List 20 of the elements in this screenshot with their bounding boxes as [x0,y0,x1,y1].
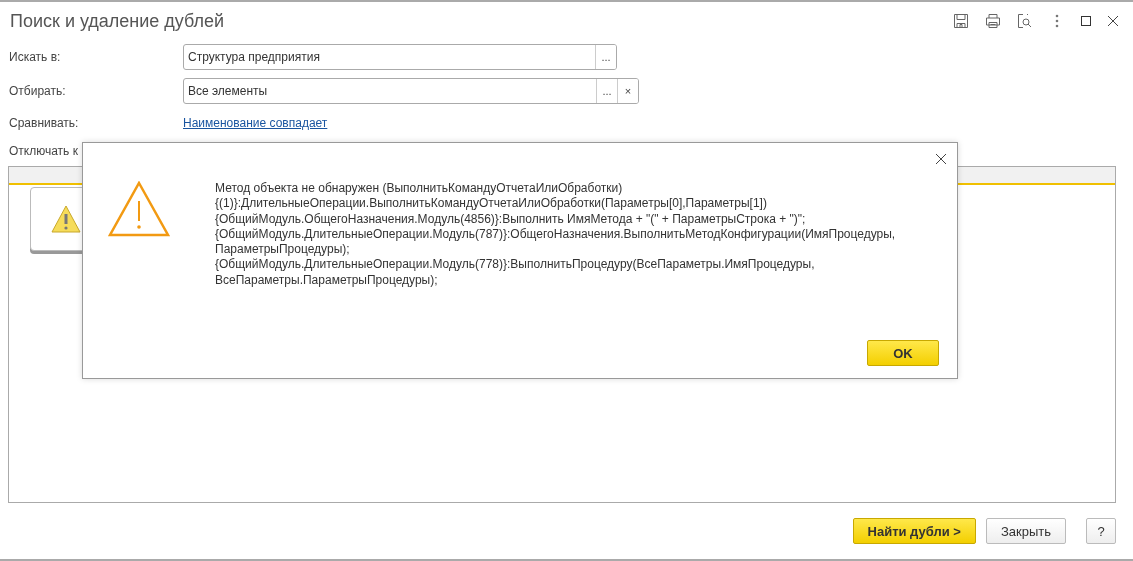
ok-button[interactable]: OK [867,340,939,366]
print-icon[interactable] [985,13,1001,29]
warning-icon [51,205,81,233]
compare-link[interactable]: Наименование совпадает [183,116,328,130]
field-label: Отбирать: [9,84,67,98]
action-button[interactable]: Закрыть [985,518,1066,544]
action-button[interactable]: ? [1086,518,1116,544]
error-message: Метод объекта не обнаружен (ВыполнитьКомандуОтчетаИлиОбработки) {(1)}:ДлительныеОперации.ВыполнитьКомандуОтчетаИлиОбработки(Параметры[0],Параметры[1]) {ОбщийМодуль.ОбщегоНазначения.Модуль(4856)}:Выполнить ИмяМетода + "(" + ПараметрыСтрока + ")"; {ОбщийМодуль.ДлительныеОперации.Модуль(787)}:ОбщегоНазначения.ВыполнитьМетодКонфигурации(ИмяПроцедуры, ПараметрыПроцедуры); {ОбщийМодуль.ДлительныеОперации.Модуль(778)}:ВыполнитьПроцедуру(ВсеПараметры.ИмяПроцедуры, ВсеПараметры.ПараметрыПроцедуры); [215,181,896,289]
close-icon[interactable] [1107,15,1119,27]
window-title: Поиск и удаление дублей [10,10,226,32]
action-button[interactable]: Найти дубли > [852,518,976,544]
field-label: Искать в: [9,50,62,64]
maximize-icon[interactable] [1081,16,1091,26]
field-label: Сравнивать: [9,116,80,130]
preview-icon[interactable] [1017,13,1033,29]
field-label: Отключать к [9,144,79,158]
save-icon[interactable] [953,13,969,29]
warning-icon [108,181,170,237]
close-icon[interactable] [935,153,947,165]
more-icon[interactable] [1055,14,1059,28]
